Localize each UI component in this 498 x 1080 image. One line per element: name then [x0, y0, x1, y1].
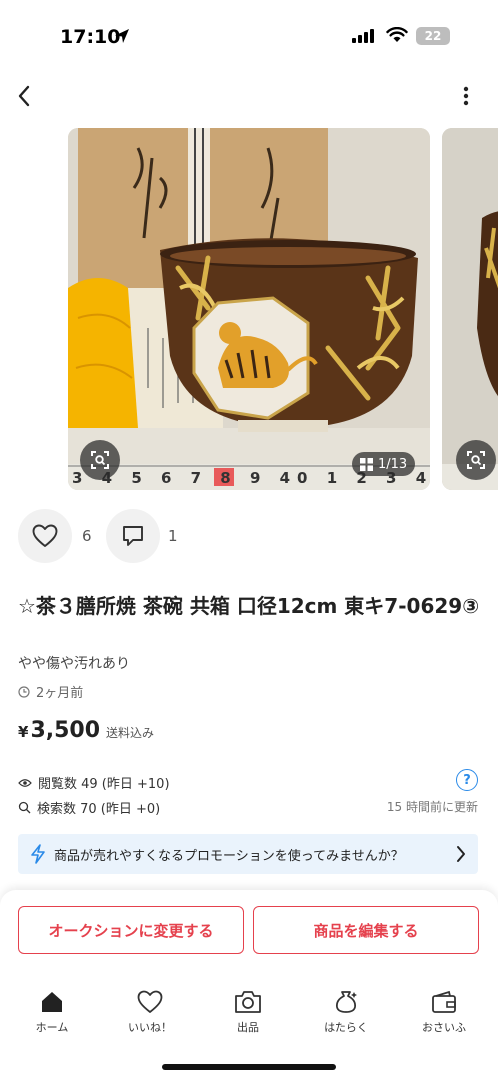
tab-likes-label: いいね！: [128, 1021, 172, 1034]
like-button[interactable]: [18, 509, 72, 563]
photo-counter: 1/13: [352, 452, 416, 476]
tab-work-label: はたらく: [324, 1021, 368, 1034]
heart-icon: [137, 990, 163, 1013]
photo-counter-text: 1/13: [378, 456, 408, 472]
wallet-icon: [432, 990, 456, 1013]
battery-indicator: 22: [416, 27, 450, 45]
tab-wallet-label: おさいふ: [422, 1021, 466, 1034]
zoom-icon: [467, 451, 485, 469]
product-photo[interactable]: 3 4 5 6 7 8 9 40 1 2 3 4 5 6 7 8 9 5 1/1…: [68, 128, 430, 490]
like-count: 6: [82, 527, 92, 545]
comment-button[interactable]: [106, 509, 160, 563]
zoom-button[interactable]: [80, 440, 120, 480]
camera-icon: [235, 991, 261, 1013]
photo-gallery[interactable]: 3 4 5 6 7 8 9 40 1 2 3 4 5 6 7 8 9 5 1/1…: [0, 128, 498, 492]
tab-sell[interactable]: 出品: [208, 990, 288, 1040]
clock-icon: [18, 685, 30, 698]
chevron-right-icon: [457, 846, 465, 862]
change-to-auction-button[interactable]: オークションに変更する: [18, 906, 244, 954]
shipping-note: 送料込み: [106, 726, 155, 740]
price-value: 3,500: [30, 718, 101, 743]
search-icon: [18, 801, 31, 814]
tab-home-label: ホーム: [35, 1021, 69, 1034]
zoom-icon: [91, 451, 109, 469]
home-icon: [42, 992, 62, 1012]
tab-home[interactable]: ホーム: [12, 990, 92, 1040]
back-button[interactable]: [10, 80, 38, 112]
status-bar: 17:10 22: [0, 0, 498, 60]
more-options-button[interactable]: [454, 80, 478, 112]
views-text: 閲覧数 49 (昨日 +10): [38, 777, 170, 792]
comment-count: 1: [168, 527, 178, 545]
eye-icon: [18, 778, 32, 787]
item-condition: やや傷や汚れあり: [18, 656, 130, 672]
cellular-signal-icon: [352, 29, 374, 43]
next-photo-thumbnail: [442, 128, 498, 490]
chevron-left-icon: [18, 85, 30, 107]
posted-time-text: 2ヶ月前: [36, 686, 84, 701]
tab-wallet[interactable]: おさいふ: [404, 990, 484, 1040]
more-vertical-icon: [463, 86, 469, 106]
wifi-icon: [386, 27, 408, 42]
price: ¥ 3,500 送料込み: [18, 718, 154, 743]
next-photo-preview[interactable]: [442, 128, 498, 490]
promotion-banner[interactable]: 商品が売れやすくなるプロモーションを使ってみませんか？: [18, 834, 478, 874]
posted-time: 2ヶ月前: [18, 682, 83, 701]
price-symbol: ¥: [18, 723, 29, 741]
status-time: 17:10: [60, 26, 121, 48]
searches-text: 検索数 70 (昨日 +0): [37, 802, 161, 817]
item-title: ☆茶３膳所焼 茶碗 共箱 口径12cm 東キ7-0629③: [18, 594, 480, 618]
grid-icon: [360, 457, 373, 471]
comment-icon: [123, 526, 143, 546]
tab-bar: ホーム いいね！ 出品 はたらく おさいふ: [0, 990, 498, 1050]
home-indicator: [162, 1064, 336, 1070]
tab-sell-label: 出品: [237, 1021, 259, 1034]
heart-icon: [32, 524, 58, 547]
edit-item-label: 商品を編集する: [313, 921, 419, 940]
views-stat: 閲覧数 49 (昨日 +10): [18, 773, 170, 792]
edit-item-button[interactable]: 商品を編集する: [253, 906, 479, 954]
zoom-button-next[interactable]: [456, 440, 496, 480]
location-arrow-icon: [115, 29, 129, 43]
battery-level: 22: [424, 29, 442, 43]
tab-work[interactable]: はたらく: [306, 990, 386, 1040]
lightning-icon: [31, 844, 45, 864]
help-glyph: ?: [463, 772, 471, 788]
searches-stat: 検索数 70 (昨日 +0): [18, 798, 160, 817]
promotion-text: 商品が売れやすくなるプロモーションを使ってみませんか？: [54, 848, 404, 864]
tab-likes[interactable]: いいね！: [110, 990, 190, 1040]
stats-help-button[interactable]: ?: [456, 769, 478, 791]
updated-time: 15 時間前に更新: [386, 800, 478, 814]
change-to-auction-label: オークションに変更する: [48, 921, 214, 940]
money-bag-icon: [335, 991, 357, 1013]
tea-bowl-photo: 3 4 5 6 7 8 9 40 1 2 3 4 5 6 7 8 9 5: [68, 128, 430, 490]
bottom-action-sheet: オークションに変更する 商品を編集する: [0, 890, 498, 1080]
